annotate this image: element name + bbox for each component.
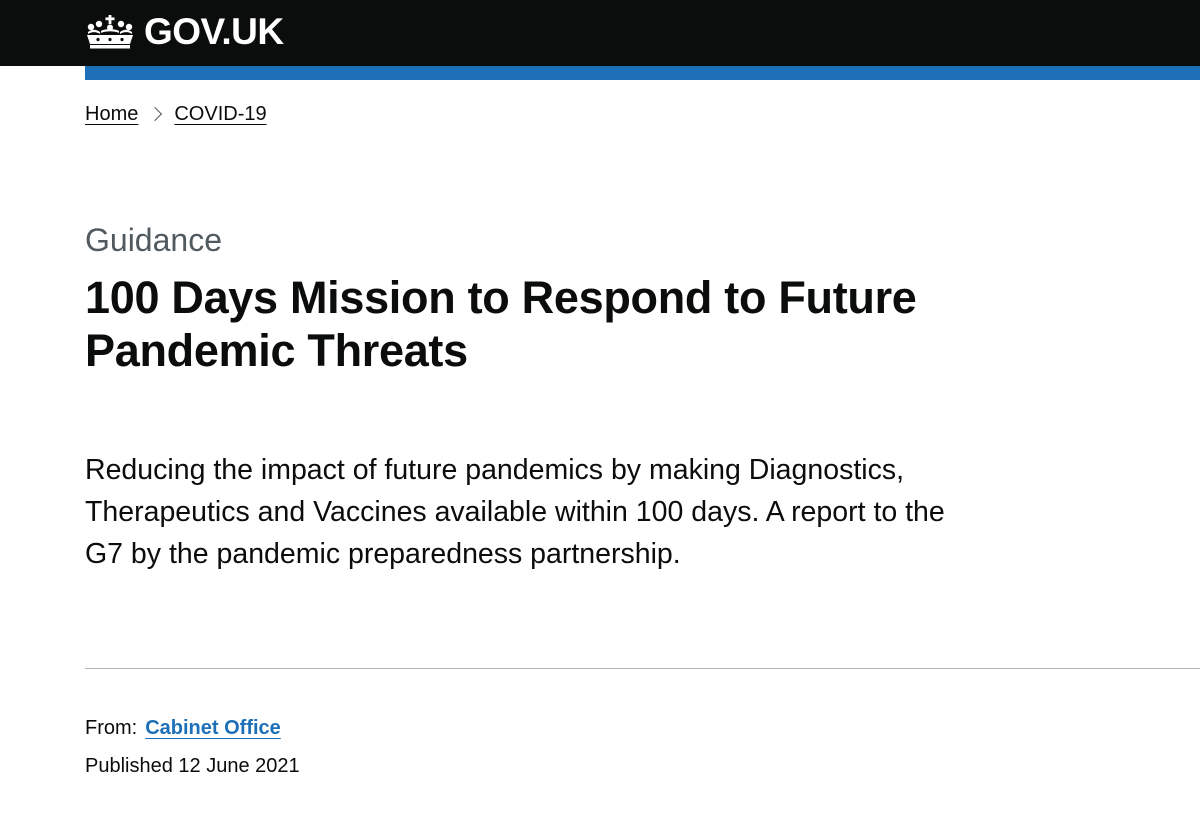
- govuk-logo-link[interactable]: GOV.UK: [84, 12, 284, 52]
- published-label: Published: [85, 755, 173, 777]
- logo-text: GOV.UK: [144, 11, 284, 52]
- site-header: GOV.UK: [0, 0, 1200, 66]
- breadcrumb-item-covid-19[interactable]: COVID-19: [174, 101, 266, 127]
- published-metadata: Published 12 June 2021: [85, 752, 300, 780]
- section-divider: [85, 668, 1200, 669]
- breadcrumb: Home COVID-19: [85, 101, 267, 127]
- header-accent-bar: [85, 66, 1200, 80]
- chevron-right-icon: [148, 106, 163, 122]
- from-label: From:: [85, 717, 138, 739]
- organisation-link[interactable]: Cabinet Office: [145, 717, 281, 739]
- page-caption: Guidance: [85, 222, 222, 258]
- breadcrumb-item-home[interactable]: Home: [85, 101, 138, 127]
- page-title: 100 Days Mission to Respond to Future Pa…: [85, 272, 917, 376]
- page-lede: Reducing the impact of future pandemics …: [85, 454, 945, 570]
- crown-icon: [87, 15, 133, 49]
- from-metadata: From: Cabinet Office: [85, 714, 281, 742]
- published-date: 12 June 2021: [178, 755, 300, 777]
